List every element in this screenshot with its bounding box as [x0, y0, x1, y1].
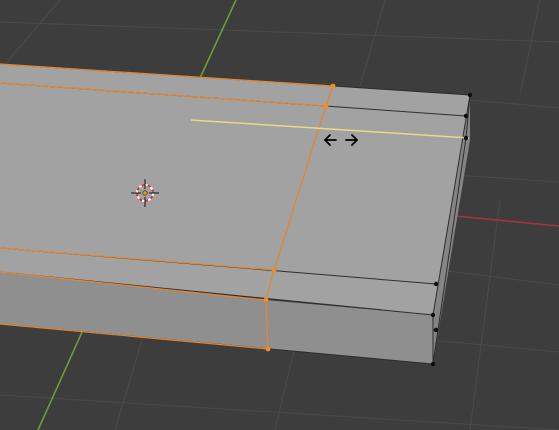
grid-line	[454, 174, 559, 183]
mesh-vertex[interactable]	[467, 92, 473, 98]
grid-line	[469, 99, 559, 109]
mesh-vertex[interactable]	[463, 113, 469, 119]
grid-line	[469, 199, 501, 430]
selected-vertex[interactable]	[330, 83, 336, 89]
grid-line	[359, 0, 386, 87]
mesh-vertex[interactable]	[430, 312, 436, 318]
viewport-scene[interactable]	[0, 0, 559, 430]
x-axis-line	[454, 215, 559, 227]
grid-line	[0, 21, 559, 43]
selected-vertex[interactable]	[271, 267, 277, 273]
grid-line	[429, 339, 559, 353]
mesh-top-face[interactable]	[0, 64, 470, 315]
3d-viewport[interactable]	[0, 0, 559, 430]
mesh-vertex[interactable]	[433, 281, 439, 287]
y-axis-line	[199, 0, 237, 79]
grid-line	[0, 0, 61, 71]
mesh-vertex[interactable]	[430, 361, 436, 367]
mesh-vertex[interactable]	[463, 135, 469, 141]
mesh-vertex[interactable]	[433, 327, 439, 333]
grid-line	[439, 269, 559, 286]
selected-vertex[interactable]	[265, 346, 271, 352]
selected-vertex[interactable]	[263, 297, 269, 303]
selected-vertex[interactable]	[323, 103, 329, 109]
grid-line	[519, 0, 541, 96]
grid-line	[114, 329, 146, 430]
